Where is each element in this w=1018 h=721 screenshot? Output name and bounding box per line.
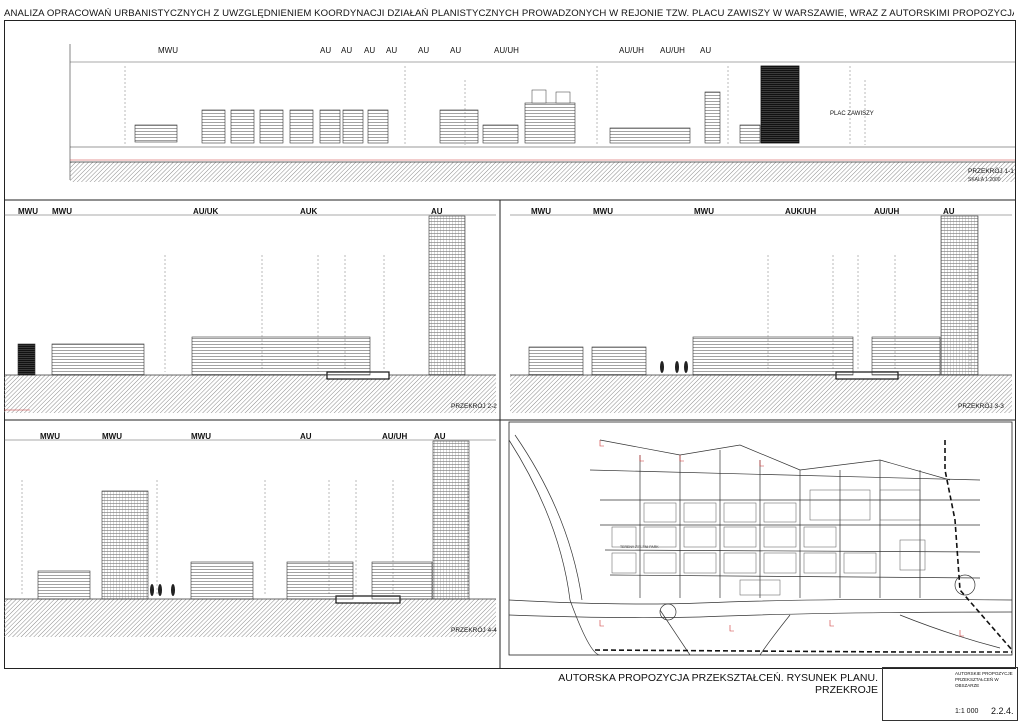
- drawing-title: AUTORSKA PROPOZYCJA PRZEKSZTAŁCEŃ. RYSUN…: [558, 672, 878, 696]
- section1-label-mwu: MWU: [158, 46, 178, 55]
- section2-label-auk: AUK: [300, 207, 318, 216]
- title-block-heading: AUTORSKIE PROPOZYCJE PRZEKSZTAŁCEŃ W OBS…: [955, 671, 1013, 688]
- section2-label-mwu: MWU: [52, 207, 72, 216]
- drawing-title-line1: AUTORSKA PROPOZYCJA PRZEKSZTAŁCEŃ. RYSUN…: [558, 672, 878, 684]
- section1-label-au: AU: [418, 46, 430, 55]
- sheet-number: 2.2.4.: [991, 706, 1014, 716]
- section1-label-au-uh: AU/UH: [660, 46, 685, 55]
- section1-title: PRZEKRÓJ 1-1: [968, 168, 1014, 175]
- title-block: AUTORSKIE PROPOZYCJE PRZEKSZTAŁCEŃ W OBS…: [882, 667, 1018, 721]
- section4-label-mwu: MWU: [191, 432, 211, 441]
- section4-label-au: AU: [300, 432, 312, 441]
- section1-label-au: AU: [341, 46, 353, 55]
- section1-label-au-uh: AU/UH: [619, 46, 644, 55]
- section1-place-label: PLAC ZAWISZY: [830, 111, 874, 117]
- section3-label-au-uh: AU/UH: [874, 207, 900, 216]
- section3-label-mwu: MWU: [593, 207, 613, 216]
- section1-label-au: AU: [320, 46, 332, 55]
- scale-value: 1:1 000: [955, 708, 979, 715]
- section2-title: PRZEKRÓJ 2-2: [451, 403, 497, 410]
- section3-label-au: AU: [943, 207, 955, 216]
- section2-label-au-uk: AU/UK: [193, 207, 219, 216]
- section3-label-mwu: MWU: [694, 207, 714, 216]
- section-drawings: TERENY ZIELENI PARK: [4, 44, 1015, 668]
- section4-label-au-uh: AU/UH: [382, 432, 408, 441]
- section1-scale: SKALA 1:2000: [968, 177, 1001, 183]
- section1-label-au: AU: [386, 46, 398, 55]
- drawing-sheet: ANALIZA OPRACOWAŃ URBANISTYCZNYCH Z UWZG…: [0, 0, 1018, 721]
- section2-label-au: AU: [431, 207, 443, 216]
- svg-text:TERENY ZIELENI PARK: TERENY ZIELENI PARK: [620, 545, 659, 549]
- section4-label-au: AU: [434, 432, 446, 441]
- section3-label-auk-uh: AUK/UH: [785, 207, 817, 216]
- section4-label-mwu: MWU: [102, 432, 122, 441]
- section1-label-au: AU: [450, 46, 462, 55]
- drawing-title-line2: PRZEKROJE: [814, 684, 878, 696]
- section4-label-mwu: MWU: [40, 432, 60, 441]
- section3-label-mwu: MWU: [531, 207, 551, 216]
- section1-label-au: AU/UH: [494, 46, 519, 55]
- section3-title: PRZEKRÓJ 3-3: [958, 403, 1004, 410]
- section4-title: PRZEKRÓJ 4-4: [451, 627, 497, 634]
- section1-label-au: AU: [364, 46, 376, 55]
- section2-label-mwu: MWU: [18, 207, 38, 216]
- section1-label-au-uh: AU: [700, 46, 712, 55]
